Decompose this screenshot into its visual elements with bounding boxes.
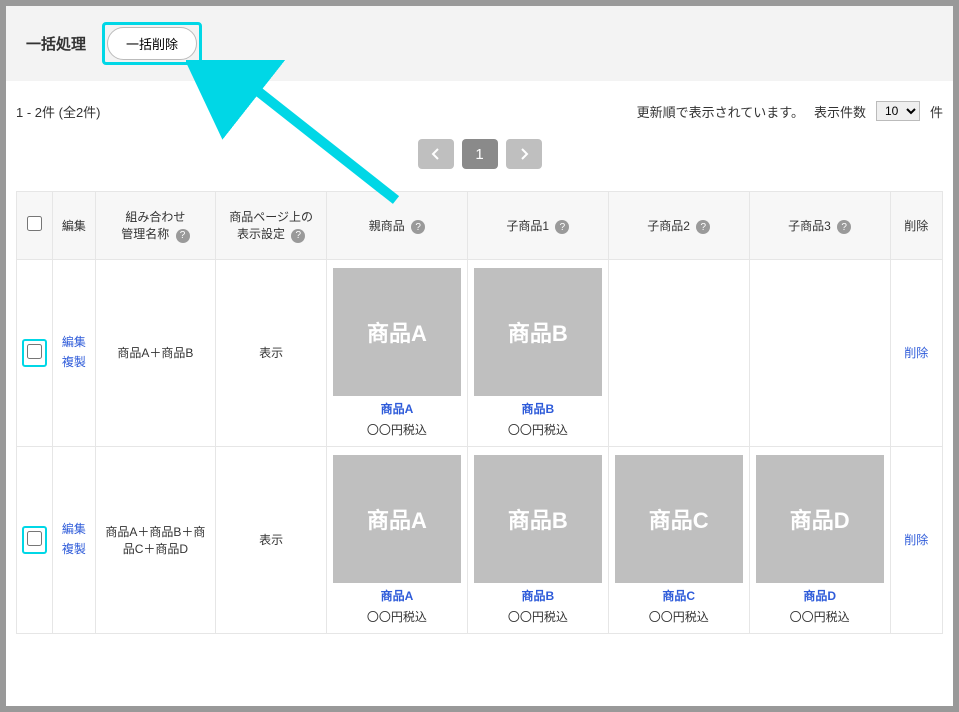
th-combo-name: 組み合わせ 管理名称 ? — [95, 192, 216, 260]
help-icon[interactable]: ? — [176, 229, 190, 243]
row-checkbox[interactable] — [27, 344, 42, 359]
product-image: 商品C — [615, 455, 743, 583]
bulk-delete-button[interactable]: 一括削除 — [107, 27, 197, 60]
th-check — [17, 192, 53, 260]
product-image: 商品A — [333, 455, 461, 583]
product-image: 商品A — [333, 268, 461, 396]
product-cell — [749, 259, 890, 446]
row-checkbox-highlight — [22, 526, 47, 554]
page-size-select[interactable]: 10 — [876, 101, 920, 121]
table-header-row: 編集 組み合わせ 管理名称 ? 商品ページ上の 表示設定 ? 親商品 ? 子商 — [17, 192, 943, 260]
product-cell: 商品B 商品B 〇〇円税込 — [467, 446, 608, 633]
product-name-link[interactable]: 商品D — [803, 587, 836, 604]
page-size-label: 表示件数 — [814, 102, 866, 121]
product-price: 〇〇円税込 — [790, 608, 850, 625]
help-icon[interactable]: ? — [837, 220, 851, 234]
result-count: 1 - 2件 (全2件) — [16, 102, 101, 121]
help-icon[interactable]: ? — [696, 220, 710, 234]
product-cell: 商品C 商品C 〇〇円税込 — [608, 446, 749, 633]
product-price: 〇〇円税込 — [367, 608, 427, 625]
page-next-button[interactable] — [506, 139, 542, 169]
product-image: 商品D — [756, 455, 884, 583]
copy-link[interactable]: 複製 — [57, 542, 90, 558]
product-price: 〇〇円税込 — [508, 421, 568, 438]
display-cell: 表示 — [216, 259, 327, 446]
pagination: 1 — [6, 127, 953, 191]
product-name-link[interactable]: 商品B — [522, 587, 555, 604]
product-name-link[interactable]: 商品B — [522, 400, 555, 417]
chevron-right-icon — [519, 148, 529, 160]
display-cell: 表示 — [216, 446, 327, 633]
info-right: 更新順で表示されています。 表示件数 10 件 — [637, 101, 943, 121]
combo-name-cell: 商品A＋商品B — [95, 259, 216, 446]
th-parent: 親商品 ? — [326, 192, 467, 260]
help-icon[interactable]: ? — [555, 220, 569, 234]
product-image: 商品B — [474, 268, 602, 396]
select-all-checkbox[interactable] — [27, 216, 42, 231]
edit-link[interactable]: 編集 — [57, 335, 90, 351]
product-price: 〇〇円税込 — [649, 608, 709, 625]
combo-name-cell: 商品A＋商品B＋商品C＋商品D — [95, 446, 216, 633]
product-cell: 商品A 商品A 〇〇円税込 — [326, 446, 467, 633]
row-checkbox-highlight — [22, 339, 47, 367]
bulk-title: 一括処理 — [26, 33, 86, 54]
th-edit: 編集 — [53, 192, 95, 260]
bulk-delete-highlight: 一括削除 — [102, 22, 202, 65]
sort-text: 更新順で表示されています。 — [637, 102, 804, 121]
page-1-button[interactable]: 1 — [462, 139, 498, 169]
table-row: 編集複製商品A＋商品B＋商品C＋商品D表示商品A商品A〇〇円税込商品B商品B〇〇… — [17, 446, 943, 633]
help-icon[interactable]: ? — [291, 229, 305, 243]
product-image: 商品B — [474, 455, 602, 583]
product-cell — [608, 259, 749, 446]
page-prev-button[interactable] — [418, 139, 454, 169]
info-row: 1 - 2件 (全2件) 更新順で表示されています。 表示件数 10 件 — [6, 81, 953, 127]
th-display: 商品ページ上の 表示設定 ? — [216, 192, 327, 260]
edit-link[interactable]: 編集 — [57, 522, 90, 538]
chevron-left-icon — [431, 148, 441, 160]
th-child2: 子商品2 ? — [608, 192, 749, 260]
table-row: 編集複製商品A＋商品B表示商品A商品A〇〇円税込商品B商品B〇〇円税込削除 — [17, 259, 943, 446]
product-name-link[interactable]: 商品A — [381, 587, 414, 604]
page-size-unit: 件 — [930, 102, 943, 121]
delete-link[interactable]: 削除 — [904, 346, 928, 360]
product-price: 〇〇円税込 — [508, 608, 568, 625]
product-cell: 商品D 商品D 〇〇円税込 — [749, 446, 890, 633]
th-child1: 子商品1 ? — [467, 192, 608, 260]
table-wrap: 編集 組み合わせ 管理名称 ? 商品ページ上の 表示設定 ? 親商品 ? 子商 — [6, 191, 953, 634]
combo-table: 編集 組み合わせ 管理名称 ? 商品ページ上の 表示設定 ? 親商品 ? 子商 — [16, 191, 943, 634]
row-checkbox[interactable] — [27, 531, 42, 546]
help-icon[interactable]: ? — [411, 220, 425, 234]
product-price: 〇〇円税込 — [367, 421, 427, 438]
copy-link[interactable]: 複製 — [57, 355, 90, 371]
product-name-link[interactable]: 商品A — [381, 400, 414, 417]
th-child3: 子商品3 ? — [749, 192, 890, 260]
product-cell: 商品B 商品B 〇〇円税込 — [467, 259, 608, 446]
product-name-link[interactable]: 商品C — [662, 587, 695, 604]
page: 一括処理 一括削除 1 - 2件 (全2件) 更新順で表示されています。 表示件… — [6, 6, 953, 706]
delete-link[interactable]: 削除 — [904, 533, 928, 547]
th-delete: 削除 — [890, 192, 942, 260]
product-cell: 商品A 商品A 〇〇円税込 — [326, 259, 467, 446]
bulk-bar: 一括処理 一括削除 — [6, 6, 953, 81]
